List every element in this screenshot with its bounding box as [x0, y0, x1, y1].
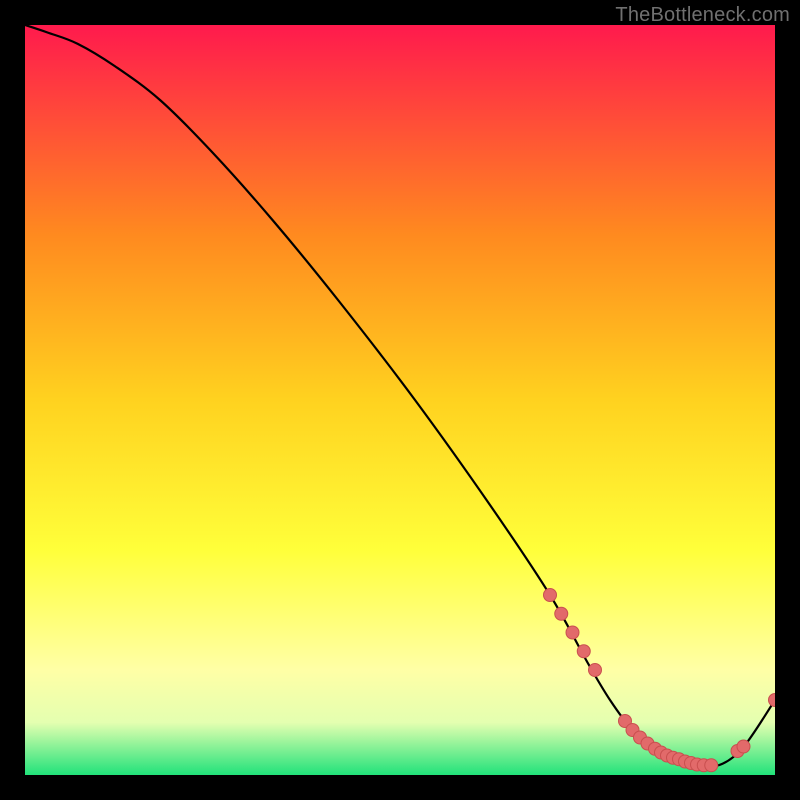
marker-point [577, 645, 590, 658]
marker-point [555, 607, 568, 620]
marker-point [544, 589, 557, 602]
chart-frame: TheBottleneck.com [0, 0, 800, 800]
marker-point [589, 664, 602, 677]
plot-area [25, 25, 775, 775]
gradient-background [25, 25, 775, 775]
watermark-text: TheBottleneck.com [615, 4, 790, 27]
chart-svg [25, 25, 775, 775]
marker-point [737, 740, 750, 753]
marker-point [705, 759, 718, 772]
marker-point [566, 626, 579, 639]
